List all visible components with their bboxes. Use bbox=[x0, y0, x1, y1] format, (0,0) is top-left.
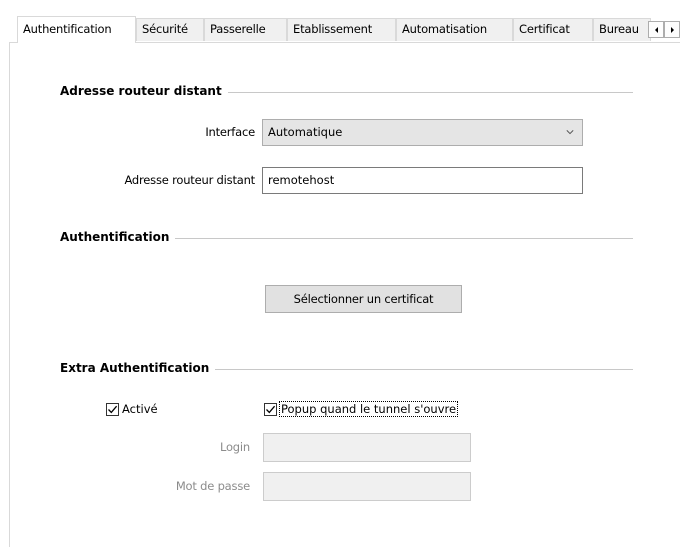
arrow-right-icon bbox=[670, 26, 674, 33]
interface-select[interactable]: Automatique bbox=[262, 119, 583, 146]
tab-strip: Authentification Sécurité Passerelle Eta… bbox=[0, 0, 680, 46]
tab-certificat[interactable]: Certificat bbox=[513, 18, 593, 41]
arrow-left-icon bbox=[654, 26, 658, 33]
login-label: Login bbox=[219, 440, 250, 454]
checkmark-icon bbox=[108, 405, 118, 413]
tab-scroll-buttons bbox=[648, 21, 680, 38]
remote-address-label: Adresse routeur distant bbox=[124, 173, 255, 187]
popup-on-tunnel-open-checkbox[interactable]: Popup quand le tunnel s'ouvre bbox=[264, 401, 459, 417]
panel-border bbox=[9, 42, 10, 547]
password-input[interactable] bbox=[263, 472, 471, 501]
enabled-checkbox-box[interactable] bbox=[106, 402, 119, 416]
tab-authentification[interactable]: Authentification bbox=[17, 16, 136, 43]
select-certificate-button[interactable]: Sélectionner un certificat bbox=[265, 285, 462, 313]
interface-select-value: Automatique bbox=[268, 125, 343, 139]
tab-scroll-right-button[interactable] bbox=[664, 21, 680, 38]
tab-scroll-left-button[interactable] bbox=[648, 21, 664, 38]
enabled-checkbox[interactable]: Activé bbox=[106, 402, 158, 416]
extra-authentication-group-title: Extra Authentification bbox=[60, 361, 216, 375]
login-input[interactable] bbox=[263, 433, 471, 462]
remote-router-group-title: Adresse routeur distant bbox=[60, 84, 228, 98]
tab-bureau[interactable]: Bureau bbox=[593, 18, 651, 41]
chevron-down-icon bbox=[566, 130, 574, 135]
authentication-group-title: Authentification bbox=[60, 230, 176, 244]
tab-etablissement[interactable]: Etablissement bbox=[287, 18, 396, 41]
tab-automatisation[interactable]: Automatisation bbox=[396, 18, 513, 41]
popup-checkbox-label: Popup quand le tunnel s'ouvre bbox=[278, 401, 459, 417]
window: Authentification Sécurité Passerelle Eta… bbox=[0, 0, 680, 547]
password-label: Mot de passe bbox=[175, 479, 250, 493]
tab-securite[interactable]: Sécurité bbox=[136, 18, 204, 41]
tab-passerelle[interactable]: Passerelle bbox=[204, 18, 287, 41]
checkmark-icon bbox=[266, 405, 276, 413]
remote-address-input[interactable]: remotehost bbox=[262, 167, 583, 194]
enabled-checkbox-label: Activé bbox=[122, 402, 158, 416]
interface-label: Interface bbox=[205, 125, 255, 139]
popup-checkbox-box[interactable] bbox=[264, 402, 277, 416]
